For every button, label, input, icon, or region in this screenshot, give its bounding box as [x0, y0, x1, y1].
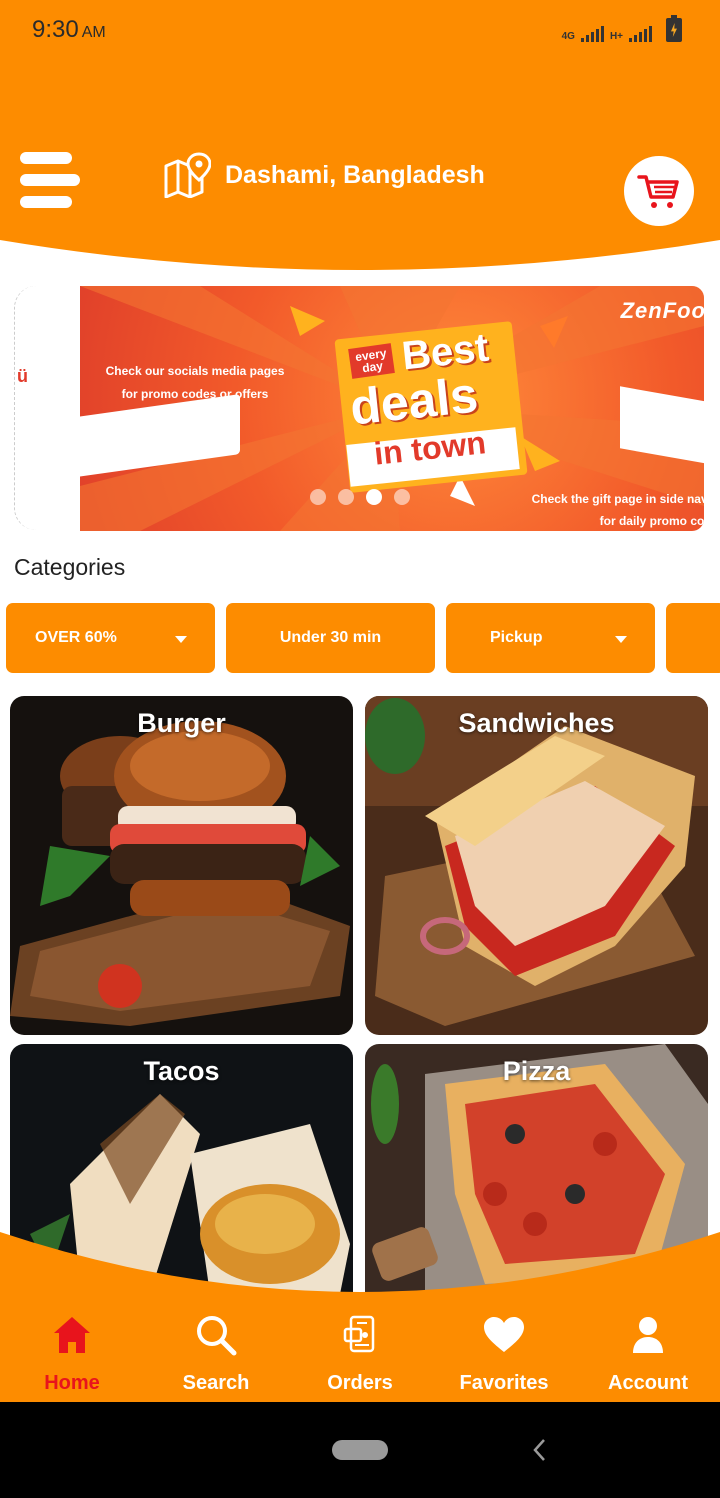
nav-home[interactable]: Home	[0, 1312, 144, 1395]
carousel-dot[interactable]	[338, 489, 354, 505]
carousel-dot[interactable]	[310, 489, 326, 505]
chevron-down-icon	[615, 636, 627, 643]
home-icon	[54, 1317, 90, 1353]
category-label: Sandwiches	[458, 708, 615, 738]
location-label: Dashami, Bangladesh	[225, 160, 485, 189]
heart-icon	[484, 1317, 524, 1352]
filter-chips: OVER 60% Under 30 min Pickup	[6, 603, 720, 673]
cart-icon	[637, 175, 679, 208]
sandwich-image	[365, 696, 708, 1035]
hamburger-icon[interactable]	[20, 152, 82, 210]
back-chevron-icon[interactable]	[532, 1438, 546, 1462]
carousel-dot[interactable]	[394, 489, 410, 505]
filter-over-60[interactable]: OVER 60%	[6, 603, 215, 673]
category-label: Tacos	[143, 1056, 220, 1086]
home-screen: 9:30 AM 4G H+ Dashami, Bangladesh ü Chec…	[0, 0, 720, 1498]
category-label: Burger	[137, 708, 226, 738]
promo-carousel[interactable]: ü Check our socials media pages for prom…	[0, 284, 720, 532]
carousel-dots	[310, 489, 410, 505]
categories-heading: Categories	[14, 554, 126, 580]
network-label-2: H+	[609, 31, 623, 42]
status-icons: 4G H+	[561, 15, 682, 42]
banner-promo-text-right: Check the gift page in side naviga for d…	[531, 492, 704, 528]
nav-favorites[interactable]: Favorites	[432, 1312, 576, 1395]
bottom-navigation: Home Search Orders Favorites Account	[0, 1232, 720, 1402]
signal-icon	[580, 26, 604, 42]
burger-image	[10, 696, 353, 1035]
category-card-burger[interactable]: Burger	[10, 696, 353, 1035]
promo-banner[interactable]: Check our socials media pages for promo …	[80, 286, 704, 531]
status-time: 9:30 AM	[32, 16, 106, 43]
cart-button[interactable]	[624, 156, 694, 226]
user-icon	[633, 1317, 663, 1353]
location-selector[interactable]: Dashami, Bangladesh	[163, 152, 485, 198]
filter-under-30-min[interactable]: Under 30 min	[226, 603, 435, 673]
brand-logo: ZenFoo	[620, 298, 704, 323]
carousel-dot-active[interactable]	[366, 489, 382, 505]
nav-account[interactable]: Account	[576, 1312, 720, 1395]
chevron-down-icon	[175, 636, 187, 643]
search-icon	[197, 1316, 237, 1356]
map-pin-icon	[164, 152, 211, 198]
nav-orders[interactable]: Orders	[288, 1312, 432, 1395]
signal-icon-2	[629, 26, 652, 42]
filter-pickup[interactable]: Pickup	[446, 603, 655, 673]
filter-more[interactable]	[666, 603, 720, 673]
system-home-button[interactable]	[332, 1440, 388, 1460]
orders-icon	[343, 1315, 375, 1353]
system-navigation-bar	[0, 1402, 720, 1498]
category-card-sandwiches[interactable]: Sandwiches	[365, 696, 708, 1035]
battery-icon	[666, 15, 682, 42]
banner-promo-text-left: Check our socials media pages for promo …	[105, 364, 285, 401]
category-label: Pizza	[502, 1056, 571, 1086]
previous-slide-peek[interactable]: ü	[14, 286, 36, 530]
network-label-1: 4G	[561, 31, 575, 42]
nav-search[interactable]: Search	[144, 1312, 288, 1395]
app-header: 9:30 AM 4G H+ Dashami, Bangladesh	[0, 0, 720, 275]
